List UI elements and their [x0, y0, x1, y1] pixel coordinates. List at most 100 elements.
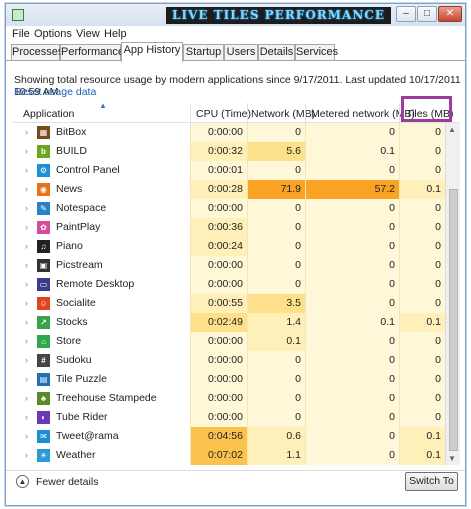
expand-chevron-icon[interactable]: › [25, 317, 28, 327]
metered-network-cell: 0.1 [305, 313, 399, 332]
control-panel-icon: ⚙ [37, 164, 50, 177]
table-row[interactable]: › ◉ News 0:00:28 71.9 57.2 0.1 [13, 180, 445, 199]
application-name: Treehouse Stampede [56, 392, 157, 404]
maximize-button[interactable]: □ [417, 6, 437, 22]
table-row[interactable]: › ↗ Stocks 0:02:49 1.4 0.1 0.1 [13, 313, 445, 332]
network-cell: 0 [247, 389, 305, 408]
task-manager-window: LIVE TILES PERFORMANCE – □ ✕ File Option… [5, 3, 466, 506]
application-cell: › ↗ Stocks [13, 313, 190, 332]
application-cell: › ☀ Weather [13, 446, 190, 465]
metered-network-cell: 0 [305, 370, 399, 389]
table-row[interactable]: › ▭ Remote Desktop 0:00:00 0 0 0 [13, 275, 445, 294]
cpu-time-cell: 0:00:01 [190, 161, 247, 180]
expand-chevron-icon[interactable]: › [25, 203, 28, 213]
metered-network-cell: 0 [305, 389, 399, 408]
tiles-cell: 0.1 [399, 313, 445, 332]
expand-chevron-icon[interactable]: › [25, 298, 28, 308]
scroll-down-icon[interactable]: ▼ [448, 454, 456, 463]
expand-chevron-icon[interactable]: › [25, 355, 28, 365]
expand-chevron-icon[interactable]: › [25, 260, 28, 270]
tiles-cell: 0.1 [399, 180, 445, 199]
news-icon: ◉ [37, 183, 50, 196]
expand-chevron-icon[interactable]: › [25, 165, 28, 175]
network-cell: 1.1 [247, 446, 305, 465]
expand-chevron-icon[interactable]: › [25, 450, 28, 460]
cpu-time-cell: 0:00:24 [190, 237, 247, 256]
table-row[interactable]: › ▤ Tile Puzzle 0:00:00 0 0 0 [13, 370, 445, 389]
network-cell: 0 [247, 161, 305, 180]
close-button[interactable]: ✕ [438, 6, 462, 22]
table-row[interactable]: › ✎ Notespace 0:00:00 0 0 0 [13, 199, 445, 218]
metered-network-cell: 0 [305, 427, 399, 446]
table-row[interactable]: › ♣ Treehouse Stampede 0:00:00 0 0 0 [13, 389, 445, 408]
table-row[interactable]: › ☀ Weather 0:07:02 1.1 0 0.1 [13, 446, 445, 465]
tab-services[interactable]: Services [295, 44, 338, 61]
expand-chevron-icon[interactable]: › [25, 184, 28, 194]
expand-chevron-icon[interactable]: › [25, 222, 28, 232]
scroll-up-icon[interactable]: ▲ [448, 125, 456, 134]
cpu-time-cell: 0:00:00 [190, 351, 247, 370]
application-cell: › b BUILD [13, 142, 190, 161]
expand-chevron-icon[interactable]: › [25, 146, 28, 156]
table-row[interactable]: › ✿ PaintPlay 0:00:36 0 0 0 [13, 218, 445, 237]
table-header: ▲ Application CPU (Time) Network (MB) Me… [13, 96, 460, 123]
table-row[interactable]: › ♫ Piano 0:00:24 0 0 0 [13, 237, 445, 256]
table-row[interactable]: › ⌂ Store 0:00:00 0.1 0 0 [13, 332, 445, 351]
expand-chevron-icon[interactable]: › [25, 412, 28, 422]
menu-file[interactable]: File [12, 28, 30, 40]
vertical-scrollbar[interactable]: ▲ ▼ [445, 123, 460, 465]
table-row[interactable]: › ◐ Tube Rider 0:00:00 0 0 0 [13, 408, 445, 427]
expand-chevron-icon[interactable]: › [25, 393, 28, 403]
tiles-cell: 0 [399, 370, 445, 389]
table-row[interactable]: › b BUILD 0:00:32 5.6 0.1 0 [13, 142, 445, 161]
table-row[interactable]: › ▦ BitBox 0:00:00 0 0 0 [13, 123, 445, 142]
application-cell: › ✎ Notespace [13, 199, 190, 218]
build-icon: b [37, 145, 50, 158]
network-cell: 5.6 [247, 142, 305, 161]
stocks-icon: ↗ [37, 316, 50, 329]
expand-chevron-icon[interactable]: › [25, 241, 28, 251]
minimize-button[interactable]: – [396, 6, 416, 22]
reset-usage-link[interactable]: Reset usage data [14, 86, 96, 98]
menu-view[interactable]: View [76, 28, 100, 40]
application-name: Control Panel [56, 164, 120, 176]
table-row[interactable]: › ⚙ Control Panel 0:00:01 0 0 0 [13, 161, 445, 180]
fewer-details-button[interactable]: Fewer details [36, 476, 98, 488]
application-cell: › ⚙ Control Panel [13, 161, 190, 180]
tab-bar: Processes Performance App History Startu… [11, 42, 461, 62]
expand-chevron-icon[interactable]: › [25, 279, 28, 289]
metered-network-cell: 0 [305, 218, 399, 237]
expand-chevron-icon[interactable]: › [25, 127, 28, 137]
expand-chevron-icon[interactable]: › [25, 336, 28, 346]
tab-processes[interactable]: Processes [11, 44, 63, 61]
table-row[interactable]: › ☺ Socialite 0:00:55 3.5 0 0 [13, 294, 445, 313]
tab-app-history[interactable]: App History [121, 42, 183, 62]
header-cpu[interactable]: CPU (Time) [196, 108, 251, 120]
sort-ascending-icon: ▲ [99, 101, 107, 110]
header-divider [190, 103, 191, 123]
tab-details[interactable]: Details [258, 44, 295, 61]
application-cell: › ☺ Socialite [13, 294, 190, 313]
metered-network-cell: 0 [305, 408, 399, 427]
metered-network-cell: 0 [305, 332, 399, 351]
menu-help[interactable]: Help [104, 28, 127, 40]
store-icon: ⌂ [37, 335, 50, 348]
network-cell: 1.4 [247, 313, 305, 332]
table-row[interactable]: › ✉ Tweet@rama 0:04:56 0.6 0 0.1 [13, 427, 445, 446]
bitbox-icon: ▦ [37, 126, 50, 139]
tab-performance[interactable]: Performance [60, 44, 124, 61]
header-application[interactable]: Application [23, 108, 74, 120]
application-name: Socialite [56, 297, 96, 309]
table-row[interactable]: › ▣ Picstream 0:00:00 0 0 0 [13, 256, 445, 275]
tab-divider [6, 60, 465, 61]
tab-startup[interactable]: Startup [183, 44, 224, 61]
chevron-up-icon[interactable]: ▲ [16, 475, 29, 488]
switch-to-button[interactable]: Switch To [405, 472, 458, 491]
scroll-thumb[interactable] [449, 189, 458, 451]
metered-network-cell: 0 [305, 161, 399, 180]
expand-chevron-icon[interactable]: › [25, 374, 28, 384]
expand-chevron-icon[interactable]: › [25, 431, 28, 441]
tab-users[interactable]: Users [224, 44, 258, 61]
table-row[interactable]: › # Sudoku 0:00:00 0 0 0 [13, 351, 445, 370]
menu-options[interactable]: Options [34, 28, 72, 40]
